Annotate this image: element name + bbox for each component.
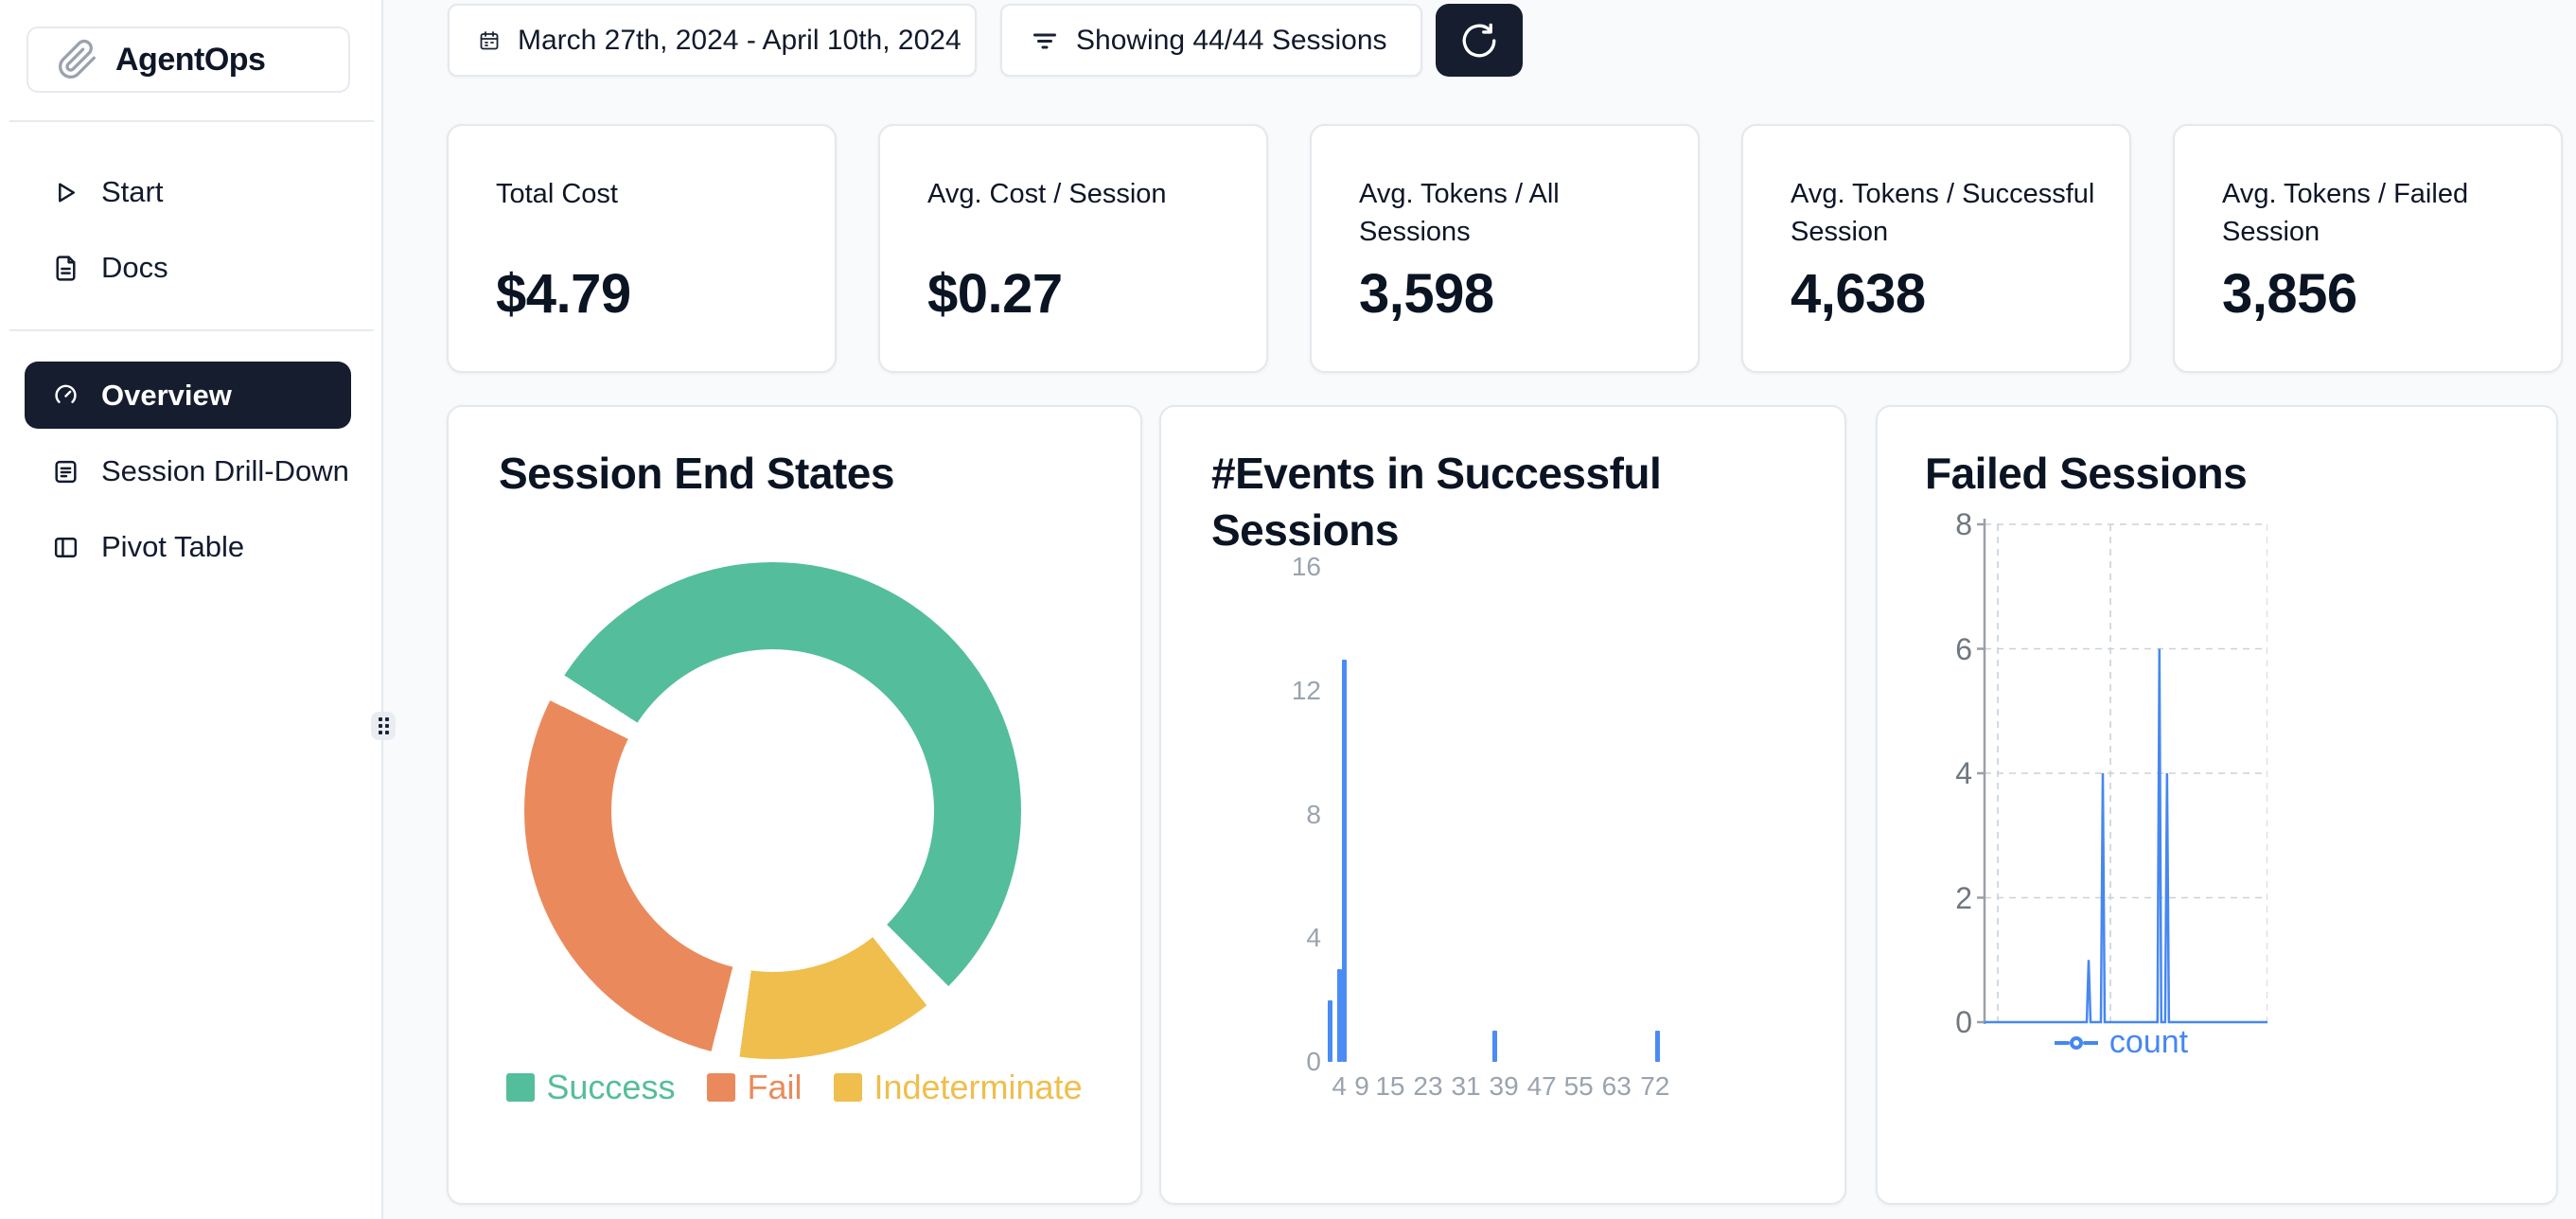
y-tick-label: 6	[1878, 630, 1972, 668]
sidebar-divider	[9, 120, 374, 122]
date-range-label: March 27th, 2024 - April 10th, 2024	[518, 25, 962, 57]
gauge-icon	[51, 380, 80, 410]
y-tick-label: 2	[1878, 879, 1972, 917]
sessions-filter-label: Showing 44/44 Sessions	[1076, 25, 1387, 57]
line-plot-area[interactable]	[1975, 519, 2267, 1030]
events-in-successful-sessions-card: #Events in Successful Sessions 0481216 4…	[1159, 405, 1846, 1205]
sidebar-item-label: Overview	[101, 379, 232, 413]
y-tick-label: 0	[1878, 1003, 1972, 1041]
stat-card-avg-tokens-successful: Avg. Tokens / Successful Session 4,638	[1741, 124, 2131, 373]
stat-card-avg-cost-session: Avg. Cost / Session $0.27	[878, 124, 1268, 373]
paperclip-logo-icon	[57, 39, 98, 80]
legend-marker-icon	[2055, 1035, 2098, 1051]
grip-dots-icon	[379, 717, 389, 734]
sidebar: AgentOps Start Docs Overview	[0, 0, 383, 1219]
donut-hole	[611, 649, 934, 972]
legend-item-success[interactable]: Success	[506, 1068, 675, 1107]
sidebar-item-pivot-table[interactable]: Pivot Table	[25, 518, 351, 576]
bar[interactable]	[1655, 1031, 1660, 1062]
sidebar-item-label: Session Drill-Down	[101, 454, 349, 488]
stat-label: Total Cost	[496, 175, 814, 213]
y-tick-label: 12	[1226, 672, 1321, 710]
legend-label: count	[2109, 1024, 2188, 1061]
sidebar-item-session-drill-down[interactable]: Session Drill-Down	[25, 442, 351, 501]
count-line-series[interactable]	[1985, 649, 2267, 1023]
stat-value: 3,856	[2222, 262, 2357, 326]
sidebar-item-label: Pivot Table	[101, 530, 244, 564]
stat-value: $4.79	[496, 262, 631, 326]
document-icon	[51, 254, 80, 283]
bar-plot-area	[1325, 558, 1805, 1062]
legend-swatch	[506, 1073, 535, 1102]
refresh-icon	[1459, 21, 1499, 61]
stat-card-avg-tokens-failed: Avg. Tokens / Failed Session 3,856	[2173, 124, 2563, 373]
bar[interactable]	[1342, 660, 1347, 1062]
legend-item-fail[interactable]: Fail	[707, 1068, 802, 1107]
legend-item-indeterminate[interactable]: Indeterminate	[834, 1068, 1082, 1107]
stat-value: 3,598	[1359, 262, 1494, 326]
stat-label: Avg. Tokens / Successful Session	[1791, 175, 2108, 251]
chart-title: Session End States	[499, 445, 894, 502]
sidebar-item-overview[interactable]: Overview	[25, 362, 351, 429]
stat-label: Avg. Tokens / Failed Session	[2222, 175, 2540, 251]
note-lines-icon	[51, 457, 80, 486]
y-tick-label: 8	[1226, 796, 1321, 834]
y-tick-label: 4	[1226, 919, 1321, 957]
failed-sessions-card: Failed Sessions 0 2 4 6 8 count	[1876, 405, 2558, 1205]
chart-title: #Events in Successful Sessions	[1211, 445, 1779, 558]
legend-label: Fail	[747, 1068, 802, 1107]
y-tick-label: 8	[1878, 505, 1972, 543]
sidebar-resize-handle[interactable]	[371, 712, 396, 740]
bar[interactable]	[1492, 1031, 1497, 1062]
legend-swatch	[707, 1073, 735, 1102]
donut-legend: Success Fail Indeterminate	[449, 1068, 1140, 1107]
sidebar-divider	[9, 329, 374, 331]
donut-ring[interactable]	[524, 562, 1021, 1059]
filter-lines-icon	[1031, 26, 1059, 55]
legend-label: Indeterminate	[873, 1068, 1082, 1107]
stat-card-total-cost: Total Cost $4.79	[447, 124, 837, 373]
sessions-filter-button[interactable]: Showing 44/44 Sessions	[1000, 4, 1422, 77]
session-end-states-card: Session End States Success Fail Indeterm…	[447, 405, 1142, 1205]
sidebar-item-label: Docs	[101, 251, 168, 285]
line-legend[interactable]: count	[1975, 1024, 2267, 1061]
stat-card-avg-tokens-all: Avg. Tokens / All Sessions 3,598	[1310, 124, 1700, 373]
refresh-button[interactable]	[1436, 4, 1523, 77]
bar[interactable]	[1328, 1000, 1332, 1062]
legend-label: Success	[546, 1068, 675, 1107]
sidebar-item-start[interactable]: Start	[25, 163, 351, 221]
app-logo[interactable]: AgentOps	[26, 26, 350, 93]
chart-title: Failed Sessions	[1925, 445, 2247, 502]
panel-left-icon	[51, 533, 80, 562]
app-title: AgentOps	[115, 42, 265, 79]
stat-label: Avg. Cost / Session	[927, 175, 1245, 213]
calendar-icon	[478, 29, 501, 52]
sidebar-item-docs[interactable]: Docs	[25, 238, 351, 297]
date-range-button[interactable]: March 27th, 2024 - April 10th, 2024	[448, 4, 977, 77]
y-tick-label: 16	[1226, 548, 1321, 586]
sidebar-item-label: Start	[101, 175, 163, 209]
stat-label: Avg. Tokens / All Sessions	[1359, 175, 1677, 251]
legend-swatch	[834, 1073, 862, 1102]
stat-value: $0.27	[927, 262, 1063, 326]
x-tick-label: 72	[1622, 1071, 1688, 1102]
play-icon	[51, 178, 80, 207]
stat-value: 4,638	[1791, 262, 1926, 326]
y-tick-label: 4	[1878, 754, 1972, 792]
